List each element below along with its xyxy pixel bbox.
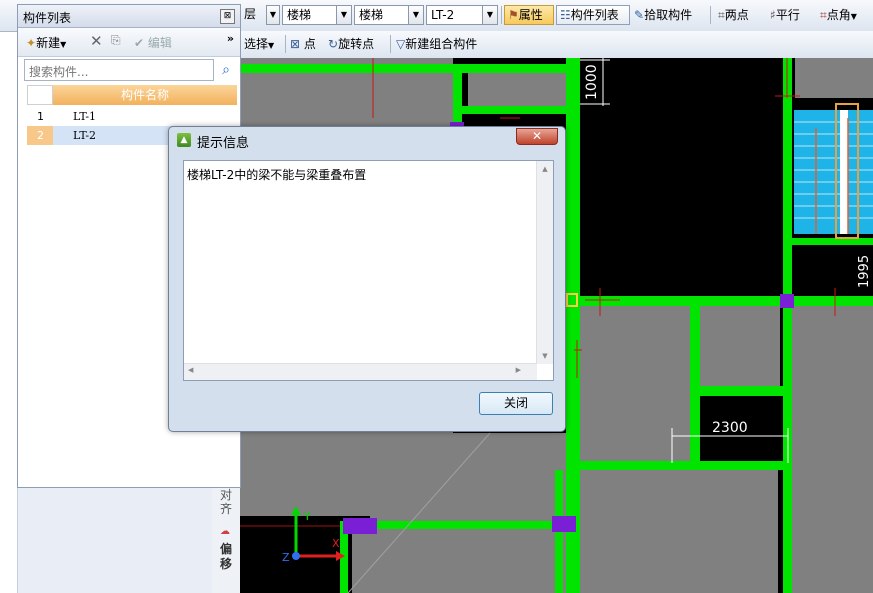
scroll-down-icon[interactable]: ▼ — [537, 352, 553, 360]
two-points-icon: ⌗ — [718, 8, 725, 22]
panel-toolbar: ✦新建▼ ✕ ⎘ ✔ 编辑 » — [18, 28, 240, 57]
component-combo[interactable]: LT-2 ▼ — [426, 5, 498, 25]
y-axis-label: Y — [303, 510, 311, 523]
toolbar-separator — [501, 6, 502, 24]
slab-region — [578, 470, 778, 593]
point-angle-icon: ⌗ — [820, 8, 827, 22]
properties-button[interactable]: ⚑属性 — [504, 5, 554, 25]
slab-region — [578, 306, 690, 461]
align-button[interactable]: 对齐 — [220, 488, 234, 516]
scroll-left-icon[interactable]: ◀ — [188, 366, 193, 374]
slab-region — [468, 72, 566, 106]
horizontal-scrollbar[interactable]: ◀ ▶ — [184, 363, 537, 380]
toolbar-separator — [710, 6, 711, 24]
toolbar-separator — [285, 35, 286, 53]
side-tool-strip: 对齐 ☁ 偏移 — [212, 488, 240, 593]
search-icon[interactable]: ⌕ — [218, 62, 234, 78]
x-axis-label: X — [332, 537, 340, 550]
copy-icon[interactable]: ⎘ — [111, 33, 121, 48]
header-index-cell — [27, 85, 53, 105]
window-left-strip: ✕ — [0, 0, 18, 593]
dimension-label: 2300 — [712, 420, 748, 436]
dialog-title: 提示信息 — [197, 136, 250, 151]
two-points-button[interactable]: ⌗两点 — [718, 5, 764, 25]
slab-region — [700, 306, 780, 386]
eyedropper-icon: ✎ — [634, 8, 645, 22]
point-angle-button[interactable]: ⌗点角▼ — [820, 5, 873, 25]
properties-icon: ⚑ — [508, 8, 519, 22]
category-combo[interactable]: 楼梯 ▼ — [282, 5, 352, 25]
close-button[interactable]: 关闭 — [479, 392, 553, 415]
scroll-up-icon[interactable]: ▲ — [537, 165, 553, 173]
funnel-icon: ▽ — [396, 37, 406, 51]
table-row[interactable]: 1 LT-1 — [27, 107, 237, 126]
new-button[interactable]: ✦新建▼ — [26, 34, 66, 51]
panel-title-bar: 构件列表 ⊠ — [18, 5, 240, 28]
origin-marker — [292, 552, 300, 560]
secondary-toolbar: 选择▼ ⊠ 点 ↻旋转点 ▽新建组合构件 — [240, 31, 873, 59]
edit-button[interactable]: ✔ 编辑 — [134, 34, 172, 51]
chevron-down-icon: ▼ — [60, 40, 67, 49]
info-dialog: ▲ 提示信息 ✕ 楼梯LT-2中的梁不能与梁重叠布置 ▲ ▼ ◀ ▶ 关闭 — [168, 126, 566, 432]
column-header[interactable]: 构件名称 — [53, 85, 237, 105]
rotate-icon: ↻ — [328, 37, 339, 51]
rotate-point-button[interactable]: ↻旋转点 — [328, 34, 374, 54]
new-icon: ✦ — [26, 36, 37, 50]
message-text: 楼梯LT-2中的梁不能与梁重叠布置 — [187, 168, 367, 182]
message-textbox[interactable]: 楼梯LT-2中的梁不能与梁重叠布置 ▲ ▼ ◀ ▶ — [183, 160, 554, 381]
new-group-component-button[interactable]: ▽新建组合构件 — [396, 34, 477, 54]
close-icon[interactable]: ⊠ — [220, 9, 235, 24]
chevron-down-icon: ▼ — [267, 6, 279, 24]
stair-graphic — [794, 110, 873, 234]
offset-icon: ☁ — [220, 526, 230, 537]
offset-button[interactable]: 偏移 — [220, 542, 234, 572]
search-input[interactable]: 搜索构件... — [24, 59, 214, 81]
chevron-down-icon: ▼ — [336, 6, 351, 24]
slab-region — [352, 523, 552, 593]
select-button[interactable]: 选择▼ — [244, 34, 274, 54]
delete-icon[interactable]: ✕ — [90, 32, 103, 50]
pick-component-button[interactable]: ✎拾取构件 — [634, 5, 704, 25]
chevron-down-icon: ▼ — [268, 41, 275, 50]
chevron-down-icon: ▼ — [408, 6, 423, 24]
slab-region — [795, 58, 873, 98]
slab-region — [792, 306, 873, 593]
dimension-label: 1995 — [857, 255, 872, 288]
check-icon: ✔ — [134, 36, 145, 50]
floor-combo-dropdown[interactable]: ▼ — [266, 5, 280, 25]
chevron-down-icon: ▼ — [850, 12, 857, 21]
z-axis-label: Z — [282, 551, 290, 564]
chevron-down-icon: ▼ — [482, 6, 497, 24]
component-list-button[interactable]: ☷构件列表 — [556, 5, 630, 25]
parallel-button[interactable]: ♯平行 — [770, 5, 816, 25]
overflow-chevron-icon[interactable]: » — [227, 32, 234, 45]
scroll-right-icon[interactable]: ▶ — [516, 366, 521, 374]
type-combo[interactable]: 楼梯 ▼ — [354, 5, 424, 25]
point-icon: ⊠ — [290, 37, 301, 51]
floor-combo[interactable]: 层 — [240, 5, 266, 25]
panel-title: 构件列表 — [23, 11, 72, 25]
dimension-label: 1000 — [584, 64, 600, 100]
app-icon: ▲ — [177, 133, 191, 147]
list-icon: ☷ — [560, 8, 571, 22]
point-button[interactable]: ⊠ 点 — [290, 34, 316, 54]
list-header-row: 构件名称 — [27, 85, 237, 105]
dialog-close-icon[interactable]: ✕ — [516, 128, 558, 145]
stair-handrail — [840, 110, 848, 234]
toolbar-separator — [390, 35, 391, 53]
vertical-scrollbar[interactable]: ▲ ▼ — [536, 161, 553, 364]
